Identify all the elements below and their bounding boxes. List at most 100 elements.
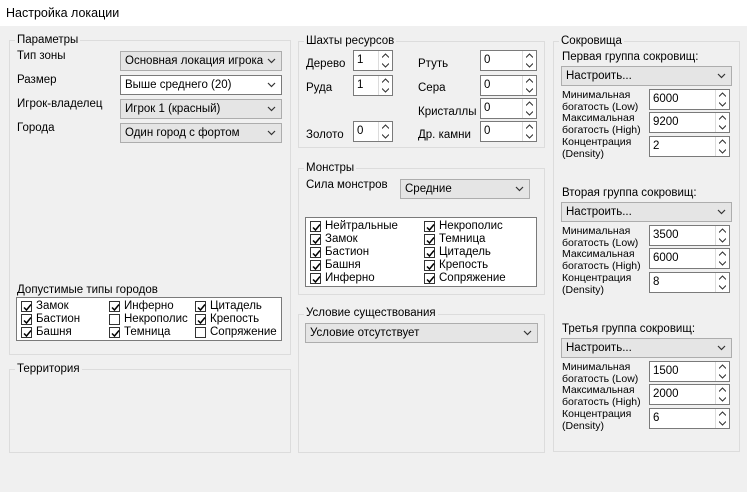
spin-up-button[interactable] — [716, 273, 729, 282]
checkbox[interactable] — [424, 221, 435, 232]
towns-select[interactable]: Один город с фортом — [120, 123, 282, 143]
gold-label: Золото — [306, 129, 344, 141]
checkbox[interactable] — [109, 314, 120, 325]
mercury-spinner[interactable]: 0 — [480, 50, 537, 71]
spin-down-button[interactable] — [716, 123, 729, 132]
territory-title: Территория — [15, 363, 82, 375]
checkbox[interactable] — [310, 273, 321, 284]
checkbox[interactable] — [21, 327, 32, 338]
chevron-down-icon — [267, 130, 276, 136]
treasure-max-label: Максимальная богатость (High) — [562, 248, 641, 272]
spin-down-button[interactable] — [716, 283, 729, 292]
spin-up-button[interactable] — [523, 122, 536, 131]
spin-up-button[interactable] — [716, 113, 729, 122]
treasure-min-spinner[interactable]: 3500 — [649, 225, 730, 246]
gold-spinner[interactable]: 0 — [353, 121, 393, 142]
checkbox[interactable] — [424, 247, 435, 258]
treasure-max-spinner[interactable]: 6000 — [649, 248, 730, 269]
owner-select[interactable]: Игрок 1 (красный) — [120, 99, 282, 119]
spin-up-button[interactable] — [523, 76, 536, 85]
spin-down-button[interactable] — [379, 61, 392, 70]
treasure-density-spinner[interactable]: 2 — [649, 136, 730, 157]
checkbox[interactable] — [310, 221, 321, 232]
size-select[interactable]: Выше среднего (20) — [120, 75, 282, 95]
spin-down-button[interactable] — [716, 259, 729, 268]
checkbox[interactable] — [109, 301, 120, 312]
chevron-down-icon — [717, 73, 726, 79]
check-icon — [23, 317, 32, 325]
checkbox[interactable] — [21, 314, 32, 325]
wood-spinner[interactable]: 1 — [353, 50, 393, 71]
monster-strength-label: Сила монстров — [306, 179, 388, 191]
spin-up-button[interactable] — [379, 51, 392, 60]
spin-up-button[interactable] — [716, 137, 729, 146]
treasure-min-spinner[interactable]: 1500 — [649, 361, 730, 382]
chevron-up-icon — [719, 115, 726, 120]
spin-up-button[interactable] — [523, 51, 536, 60]
checkbox[interactable] — [109, 327, 120, 338]
spin-down-button[interactable] — [716, 147, 729, 156]
chevron-down-icon — [719, 374, 726, 379]
treasure-preset-select[interactable]: Настроить... — [561, 66, 732, 86]
checkbox[interactable] — [424, 234, 435, 245]
spin-down-button[interactable] — [716, 372, 729, 381]
chevron-up-icon — [382, 53, 389, 58]
spin-down-button[interactable] — [716, 236, 729, 245]
chevron-up-icon — [719, 251, 726, 256]
chevron-down-icon — [267, 82, 276, 88]
ore-spinner[interactable]: 1 — [353, 75, 393, 96]
spin-down-button[interactable] — [379, 132, 392, 141]
spin-down-button[interactable] — [523, 61, 536, 70]
treasure-density-spinner[interactable]: 8 — [649, 272, 730, 293]
spin-up-button[interactable] — [379, 76, 392, 85]
checkbox[interactable] — [424, 260, 435, 271]
chevron-up-icon — [719, 92, 726, 97]
spin-up-button[interactable] — [716, 409, 729, 418]
spin-down-button[interactable] — [523, 109, 536, 118]
gems-spinner[interactable]: 0 — [480, 121, 537, 142]
checkbox[interactable] — [195, 314, 206, 325]
check-icon — [111, 304, 120, 312]
treasure-max-spinner[interactable]: 2000 — [649, 384, 730, 405]
monster-factions-list: Нейтральные Некрополис Замок Темница Бастион… — [305, 217, 537, 287]
spin-up-button[interactable] — [523, 99, 536, 108]
treasure-min-spinner[interactable]: 6000 — [649, 89, 730, 110]
checkbox[interactable] — [310, 260, 321, 271]
spin-down-button[interactable] — [523, 86, 536, 95]
crystals-spinner[interactable]: 0 — [480, 98, 537, 119]
spin-down-button[interactable] — [716, 395, 729, 404]
sulfur-spinner[interactable]: 0 — [480, 75, 537, 96]
treasure-max-label: Максимальная богатость (High) — [562, 384, 641, 408]
treasure-max-spinner[interactable]: 9200 — [649, 112, 730, 133]
checkbox[interactable] — [310, 247, 321, 258]
monster-strength-select[interactable]: Средние — [400, 179, 530, 199]
existence-select[interactable]: Условие отсутствует — [305, 323, 538, 343]
treasure-max-label: Максимальная богатость (High) — [562, 112, 641, 136]
check-icon — [23, 330, 32, 338]
spin-up-button[interactable] — [716, 362, 729, 371]
checkbox[interactable] — [310, 234, 321, 245]
spin-down-button[interactable] — [716, 419, 729, 428]
chevron-up-icon — [526, 53, 533, 58]
chevron-down-icon — [719, 102, 726, 107]
checkbox[interactable] — [195, 301, 206, 312]
check-icon — [426, 224, 435, 232]
spin-down-button[interactable] — [716, 100, 729, 109]
spin-up-button[interactable] — [716, 90, 729, 99]
treasure-preset-select[interactable]: Настроить... — [561, 338, 732, 358]
spin-up-button[interactable] — [716, 385, 729, 394]
zone-type-select[interactable]: Основная локация игрока — [120, 51, 282, 71]
checkbox[interactable] — [195, 327, 206, 338]
treasure-preset-select[interactable]: Настроить... — [561, 202, 732, 222]
chevron-down-icon — [719, 285, 726, 290]
spin-down-button[interactable] — [379, 86, 392, 95]
spin-up-button[interactable] — [379, 122, 392, 131]
checkbox[interactable] — [21, 301, 32, 312]
spin-down-button[interactable] — [523, 132, 536, 141]
treasure-density-spinner[interactable]: 6 — [649, 408, 730, 429]
spin-up-button[interactable] — [716, 226, 729, 235]
checkbox[interactable] — [424, 273, 435, 284]
towns-label: Города — [17, 122, 55, 134]
spin-up-button[interactable] — [716, 249, 729, 258]
allowed-towns-title: Допустимые типы городов — [17, 284, 158, 296]
